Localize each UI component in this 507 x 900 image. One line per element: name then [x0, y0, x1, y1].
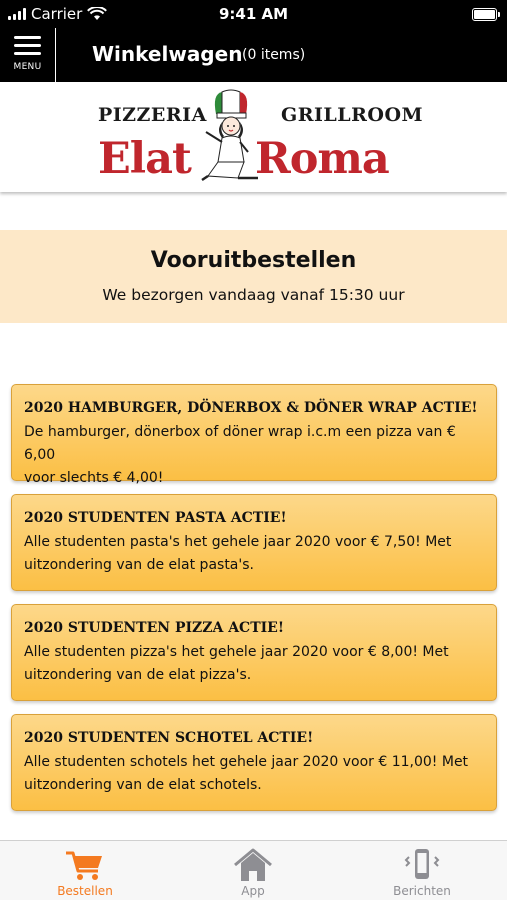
logo-pizzeria-text: PIZZERIA [98, 104, 207, 126]
promo-line: Alle studenten pasta's het gehele jaar 2… [24, 534, 452, 550]
promo-title: 2020 STUDENTEN SCHOTEL ACTIE! [24, 730, 314, 746]
tab-berichten-label: Berichten [393, 884, 451, 898]
promo-title: 2020 STUDENTEN PIZZA ACTIE! [24, 620, 284, 636]
menu-button[interactable]: MENU [0, 28, 56, 82]
chef-logo-icon [201, 89, 258, 182]
promo-title: 2020 HAMBURGER, DÖNERBOX & DÖNER WRAP AC… [24, 400, 478, 416]
hamburger-icon [14, 36, 41, 56]
logo-roma-text: Roma [255, 134, 390, 184]
promo-description: Alle studenten pasta's het gehele jaar 2… [24, 531, 484, 577]
promo-line: uitzondering van de elat schotels. [24, 777, 262, 793]
logo-header: PIZZERIA GRILLROOM Elat Roma [0, 82, 507, 192]
promo-card-hamburger[interactable]: 2020 HAMBURGER, DÖNERBOX & DÖNER WRAP AC… [11, 384, 497, 486]
tab-bestellen-label: Bestellen [57, 884, 113, 898]
menu-label: MENU [13, 62, 42, 72]
cart-item-count: (0 items) [242, 47, 306, 63]
nav-bar: MENU Winkelwagen (0 items) [0, 28, 507, 82]
tab-berichten[interactable]: Berichten [362, 841, 482, 900]
tab-bestellen[interactable]: Bestellen [25, 841, 145, 900]
delivery-time-text: We bezorgen vandaag vanaf 15:30 uur [102, 286, 405, 304]
promo-line: uitzondering van de elat pizza's. [24, 667, 252, 683]
phone-vibrate-icon [404, 849, 440, 879]
promo-line: Alle studenten schotels het gehele jaar … [24, 754, 469, 770]
tab-app-label: App [241, 884, 265, 898]
promo-line: De hamburger, dönerbox of döner wrap i.c… [24, 424, 456, 463]
promo-description: De hamburger, dönerbox of döner wrap i.c… [24, 421, 484, 490]
promo-description: Alle studenten pizza's het gehele jaar 2… [24, 641, 484, 687]
cart-icon [66, 851, 102, 880]
promo-line: Alle studenten pizza's het gehele jaar 2… [24, 644, 449, 660]
battery-icon [472, 8, 500, 21]
logo-elat-text: Elat [98, 134, 192, 184]
promo-line: uitzondering van de elat pasta's. [24, 557, 254, 573]
preorder-title: Vooruitbestellen [150, 248, 357, 273]
tab-app[interactable]: App [193, 841, 313, 900]
promo-card-pasta[interactable]: 2020 STUDENTEN PASTA ACTIE! Alle student… [11, 494, 497, 591]
promo-description: Alle studenten schotels het gehele jaar … [24, 751, 484, 797]
tab-bar: Bestellen App Berichten [0, 840, 507, 900]
promo-card-pizza[interactable]: 2020 STUDENTEN PIZZA ACTIE! Alle student… [11, 604, 497, 701]
promo-card-schotel[interactable]: 2020 STUDENTEN SCHOTEL ACTIE! Alle stude… [11, 714, 497, 811]
logo-grillroom-text: GRILLROOM [281, 104, 424, 126]
status-time: 9:41 AM [218, 5, 289, 23]
promo-title: 2020 STUDENTEN PASTA ACTIE! [24, 510, 287, 526]
page-title: Winkelwagen [92, 42, 243, 66]
preorder-banner: Vooruitbestellen We bezorgen vandaag van… [0, 230, 507, 323]
home-icon [234, 848, 272, 881]
status-bar: Carrier 9:41 AM [0, 0, 507, 28]
promo-line: voor slechts € 4,00! [24, 470, 164, 486]
